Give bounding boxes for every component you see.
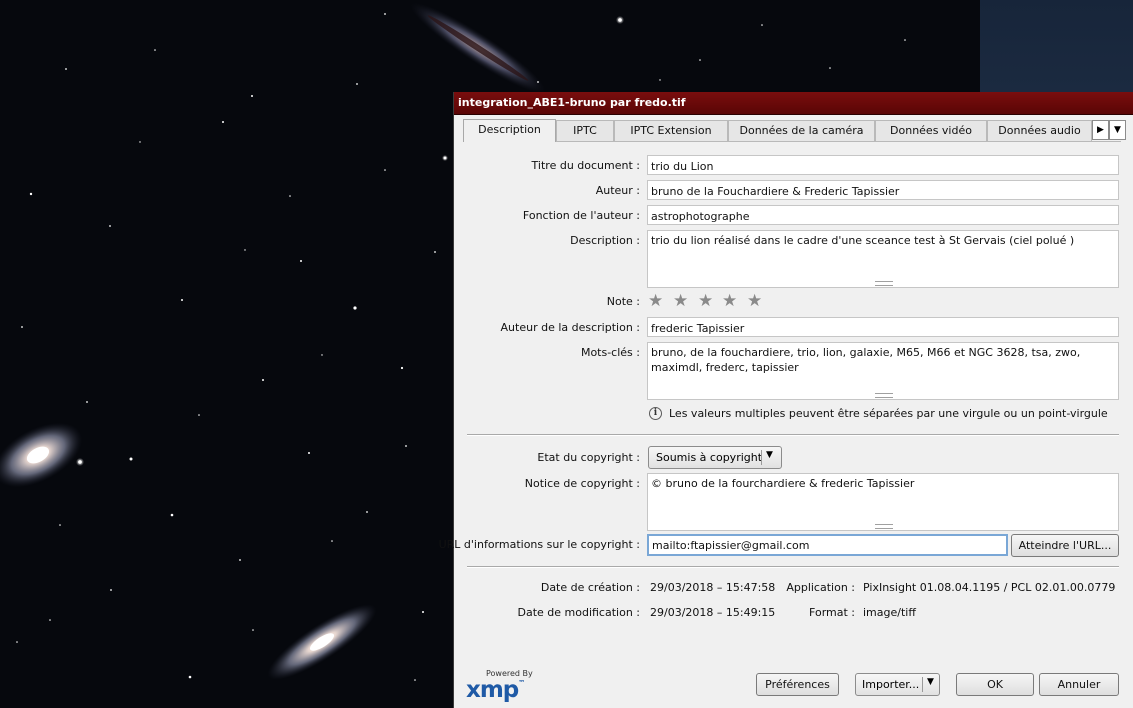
document-title-input[interactable]: trio du Lion bbox=[647, 155, 1119, 175]
tab-list-menu-button[interactable]: ▼ bbox=[1109, 120, 1126, 140]
copyright-status-select[interactable]: Soumis à copyright ▼ bbox=[648, 446, 782, 469]
author-title-label: Fonction de l'auteur : bbox=[522, 209, 640, 222]
copyright-notice-label: Notice de copyright : bbox=[524, 477, 640, 490]
keywords-hint: Les valeurs multiples peuvent être sépar… bbox=[669, 407, 1108, 420]
trademark-mark: ™ bbox=[518, 679, 525, 687]
triangle-right-icon: ▶ bbox=[1097, 125, 1104, 135]
resize-grip[interactable] bbox=[875, 524, 893, 529]
chevron-down-icon[interactable]: ▼ bbox=[927, 677, 934, 687]
cancel-button[interactable]: Annuler bbox=[1039, 673, 1119, 696]
created-label: Date de création : bbox=[540, 581, 640, 594]
tab-video-data[interactable]: Données vidéo bbox=[875, 120, 987, 141]
copyright-status-label: Etat du copyright : bbox=[537, 451, 640, 464]
keywords-label: Mots-clés : bbox=[580, 346, 640, 359]
description-writer-label: Auteur de la description : bbox=[500, 321, 640, 334]
created-value: 29/03/2018 – 15:47:58 bbox=[650, 581, 776, 594]
format-value: image/tiff bbox=[863, 606, 916, 619]
ok-button[interactable]: OK bbox=[956, 673, 1034, 696]
file-info-dialog: integration_ABE1-bruno par fredo.tif Des… bbox=[439, 92, 1133, 708]
tab-audio-data[interactable]: Données audio bbox=[987, 120, 1092, 141]
application-label: Application : bbox=[786, 581, 855, 594]
star-icon[interactable]: ★ bbox=[747, 293, 762, 310]
copyright-status-value: Soumis à copyright bbox=[656, 451, 763, 464]
application-value: PixInsight 01.08.04.1195 / PCL 02.01.00.… bbox=[863, 581, 1116, 594]
modified-label: Date de modification : bbox=[517, 606, 640, 619]
tab-iptc[interactable]: IPTC bbox=[556, 120, 614, 141]
info-icon: i bbox=[649, 407, 662, 420]
author-input[interactable]: bruno de la Fouchardiere & Frederic Tapi… bbox=[647, 180, 1119, 200]
import-split-button[interactable]: Importer... ▼ bbox=[855, 673, 940, 696]
author-title-input[interactable]: astrophotographe bbox=[647, 205, 1119, 225]
import-label: Importer... bbox=[862, 678, 920, 691]
star-icon[interactable]: ★ bbox=[698, 293, 713, 310]
xmp-logo-text: xmp™ bbox=[466, 677, 525, 703]
copyright-url-label: URL d'informations sur le copyright : bbox=[438, 538, 640, 551]
description-label: Description : bbox=[570, 234, 640, 247]
tab-divider bbox=[463, 141, 1121, 142]
rating-label: Note : bbox=[606, 295, 640, 308]
tab-iptc-extension[interactable]: IPTC Extension bbox=[614, 120, 728, 141]
modified-value: 29/03/2018 – 15:49:15 bbox=[650, 606, 776, 619]
background-window-region bbox=[980, 0, 1133, 92]
resize-grip[interactable] bbox=[875, 281, 893, 286]
combo-divider bbox=[761, 450, 762, 465]
preferences-button[interactable]: Préférences bbox=[756, 673, 839, 696]
star-icon[interactable]: ★ bbox=[673, 293, 688, 310]
description-textarea[interactable]: trio du lion réalisé dans le cadre d'une… bbox=[647, 230, 1119, 288]
star-icon[interactable]: ★ bbox=[648, 293, 663, 310]
tab-camera-data[interactable]: Données de la caméra bbox=[728, 120, 875, 141]
document-title-label: Titre du document : bbox=[531, 159, 640, 172]
description-writer-input[interactable]: frederic Tapissier bbox=[647, 317, 1119, 337]
window-title: integration_ABE1-bruno par fredo.tif bbox=[458, 96, 686, 109]
star-icon[interactable]: ★ bbox=[722, 293, 737, 310]
tab-scroll-right-button[interactable]: ▶ bbox=[1092, 120, 1109, 140]
format-label: Format : bbox=[809, 606, 855, 619]
go-to-url-button[interactable]: Atteindre l'URL... bbox=[1011, 534, 1119, 557]
window-titlebar[interactable]: integration_ABE1-bruno par fredo.tif bbox=[454, 92, 1133, 115]
triangle-down-icon: ▼ bbox=[1114, 125, 1121, 135]
section-divider bbox=[467, 434, 1119, 436]
copyright-url-input[interactable]: mailto:ftapissier@gmail.com bbox=[647, 534, 1008, 556]
combo-divider bbox=[922, 677, 923, 692]
tab-description[interactable]: Description bbox=[463, 119, 556, 142]
resize-grip[interactable] bbox=[875, 393, 893, 398]
author-label: Auteur : bbox=[595, 184, 640, 197]
section-divider bbox=[467, 566, 1119, 568]
copyright-notice-textarea[interactable]: © bruno de la fourchardiere & frederic T… bbox=[647, 473, 1119, 531]
xmp-logo-word: xmp bbox=[466, 677, 519, 703]
keywords-textarea[interactable]: bruno, de la fouchardiere, trio, lion, g… bbox=[647, 342, 1119, 400]
chevron-down-icon: ▼ bbox=[766, 450, 773, 460]
